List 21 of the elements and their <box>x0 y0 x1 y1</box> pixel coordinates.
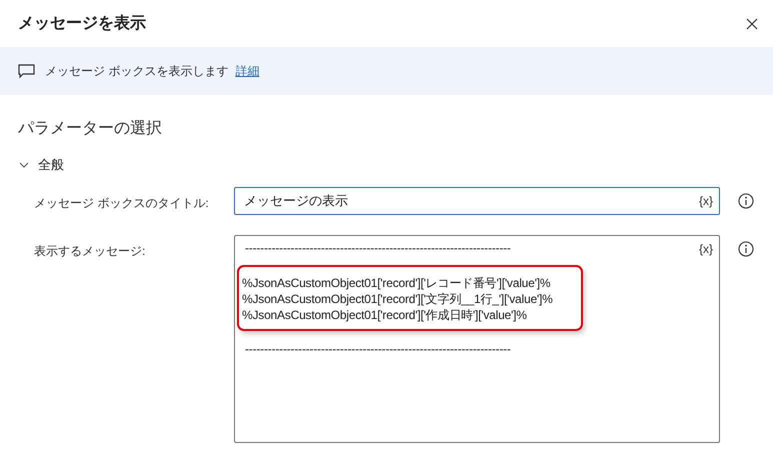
chevron-icon[interactable] <box>19 162 29 168</box>
field-label: メッセージ ボックスのタイトル: <box>33 195 210 212</box>
info-icon[interactable] <box>738 241 754 257</box>
details-link[interactable]: 詳細 <box>235 62 260 80</box>
field-label: 表示するメッセージ: <box>33 243 146 260</box>
variable-button[interactable]: {x} <box>698 194 713 208</box>
group-label[interactable]: 全般 <box>38 156 64 174</box>
speech-bubble-icon <box>18 64 35 78</box>
info-icon[interactable] <box>738 193 754 209</box>
message-line: %JsonAsCustomObject01['record']['文字列__1行_']['value']% <box>242 291 553 307</box>
close-icon[interactable] <box>746 18 758 30</box>
variable-button[interactable]: {x} <box>698 242 713 256</box>
message-line: ---------------------------------------------------------------------- <box>245 240 512 256</box>
window-title: メッセージを表示 <box>18 14 146 34</box>
message-line: %JsonAsCustomObject01['record']['作成日時']['value']% <box>242 307 528 323</box>
title-field[interactable]: メッセージの表示 {x} <box>234 187 720 215</box>
message-field[interactable] <box>234 235 720 443</box>
section-title: パラメーターの選択 <box>18 119 163 139</box>
message-line: ---------------------------------------------------------------------- <box>245 341 512 357</box>
banner-text: メッセージ ボックスを表示します <box>45 62 228 80</box>
message-line: %JsonAsCustomObject01['record']['レコード番号']['value']% <box>242 275 552 291</box>
